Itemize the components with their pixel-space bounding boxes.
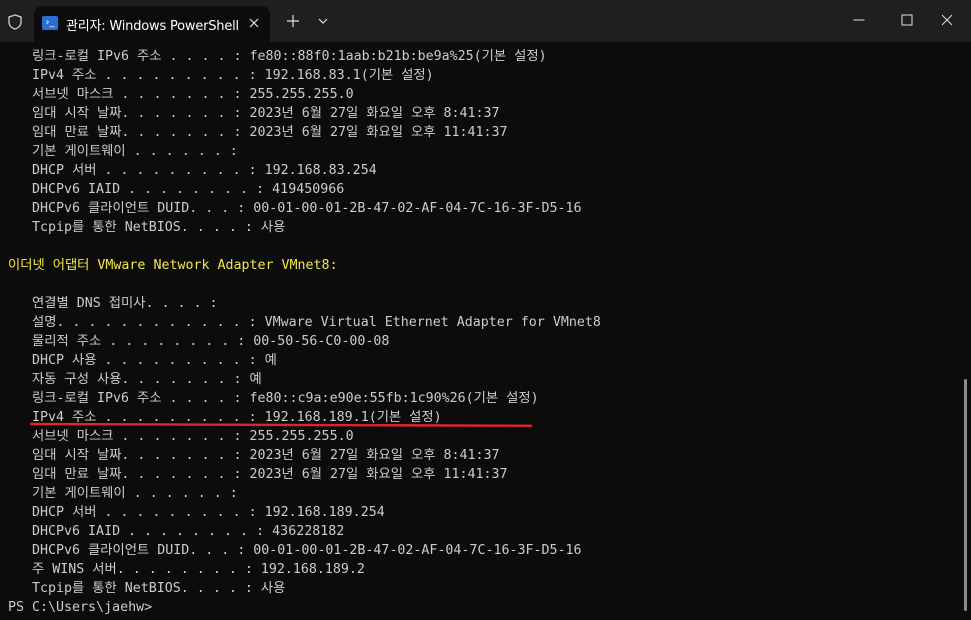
terminal-line: DHCP 서버 . . . . . . . . . : 192.168.189.…: [8, 505, 385, 520]
title-bar: ›_ 관리자: Windows PowerShell: [0, 0, 971, 42]
terminal-line: Tcpip를 통한 NetBIOS. . . . : 사용: [8, 581, 286, 596]
terminal-line: 임대 만료 날짜. . . . . . . : 2023년 6월 27일 화요일…: [8, 467, 508, 482]
terminal-line: 링크-로컬 IPv6 주소 . . . . : fe80::88f0:1aab:…: [8, 49, 547, 64]
scrollbar[interactable]: [964, 379, 967, 611]
terminal-line: DHCPv6 클라이언트 DUID. . . : 00-01-00-01-2B-…: [8, 543, 582, 558]
command-prompt[interactable]: PS C:\Users\jaehw>: [8, 598, 152, 617]
new-tab-button[interactable]: [281, 9, 305, 33]
terminal-line: 주 WINS 서버. . . . . . . . : 192.168.189.2: [8, 562, 365, 577]
terminal-line: 자동 구성 사용. . . . . . . : 예: [8, 372, 262, 387]
terminal-line: 설명. . . . . . . . . . . . : VMware Virtu…: [8, 315, 601, 330]
shield-icon: [6, 12, 24, 32]
terminal-output[interactable]: 링크-로컬 IPv6 주소 . . . . : fe80::88f0:1aab:…: [0, 45, 960, 620]
terminal-line: Tcpip를 통한 NetBIOS. . . . : 사용: [8, 220, 286, 235]
terminal-line: 서브넷 마스크 . . . . . . . : 255.255.255.0: [8, 87, 354, 102]
terminal-line: 연결별 DNS 접미사. . . . :: [8, 296, 218, 311]
maximize-icon: [901, 14, 913, 26]
terminal-line: DHCPv6 IAID . . . . . . . . : 419450966: [8, 182, 345, 197]
terminal-line: DHCPv6 IAID . . . . . . . . : 436228182: [8, 524, 345, 539]
terminal-line: 물리적 주소 . . . . . . . . : 00-50-56-C0-00-…: [8, 334, 390, 349]
close-window-button[interactable]: [924, 0, 970, 40]
terminal-line: 링크-로컬 IPv6 주소 . . . . : fe80::c9a:e90e:5…: [8, 391, 539, 406]
close-icon: [249, 18, 259, 28]
terminal-line: 임대 시작 날짜. . . . . . . : 2023년 6월 27일 화요일…: [8, 448, 500, 463]
terminal-line: 서브넷 마스크 . . . . . . . : 255.255.255.0: [8, 429, 354, 444]
plus-icon: [287, 15, 299, 27]
close-icon: [941, 14, 953, 26]
terminal-line: 임대 만료 날짜. . . . . . . : 2023년 6월 27일 화요일…: [8, 125, 508, 140]
terminal-line: 기본 게이트웨이 . . . . . . :: [8, 144, 238, 159]
terminal-line: IPv4 주소 . . . . . . . . . : 192.168.83.1…: [8, 68, 434, 83]
red-underline-annotation: [30, 422, 532, 427]
tab-dropdown-button[interactable]: [311, 9, 335, 33]
adapter-heading: 이더넷 어댑터 VMware Network Adapter VMnet8:: [8, 258, 338, 273]
powershell-window: ›_ 관리자: Windows PowerShell 링크-로컬 IPv6 주소…: [0, 0, 971, 620]
terminal-line: DHCP 서버 . . . . . . . . . : 192.168.83.2…: [8, 163, 377, 178]
tab-powershell[interactable]: ›_ 관리자: Windows PowerShell: [34, 6, 270, 42]
minimize-icon: [853, 19, 865, 21]
terminal-line: 기본 게이트웨이 . . . . . . :: [8, 486, 238, 501]
tab-title: 관리자: Windows PowerShell: [66, 19, 239, 34]
powershell-icon: ›_: [42, 16, 58, 30]
terminal-line: 임대 시작 날짜. . . . . . . : 2023년 6월 27일 화요일…: [8, 106, 500, 121]
terminal-line: DHCPv6 클라이언트 DUID. . . : 00-01-00-01-2B-…: [8, 201, 582, 216]
minimize-button[interactable]: [836, 0, 882, 40]
chevron-down-icon: [318, 18, 328, 24]
tab-close-button[interactable]: [244, 13, 264, 33]
terminal-line: DHCP 사용 . . . . . . . . . : 예: [8, 353, 277, 368]
